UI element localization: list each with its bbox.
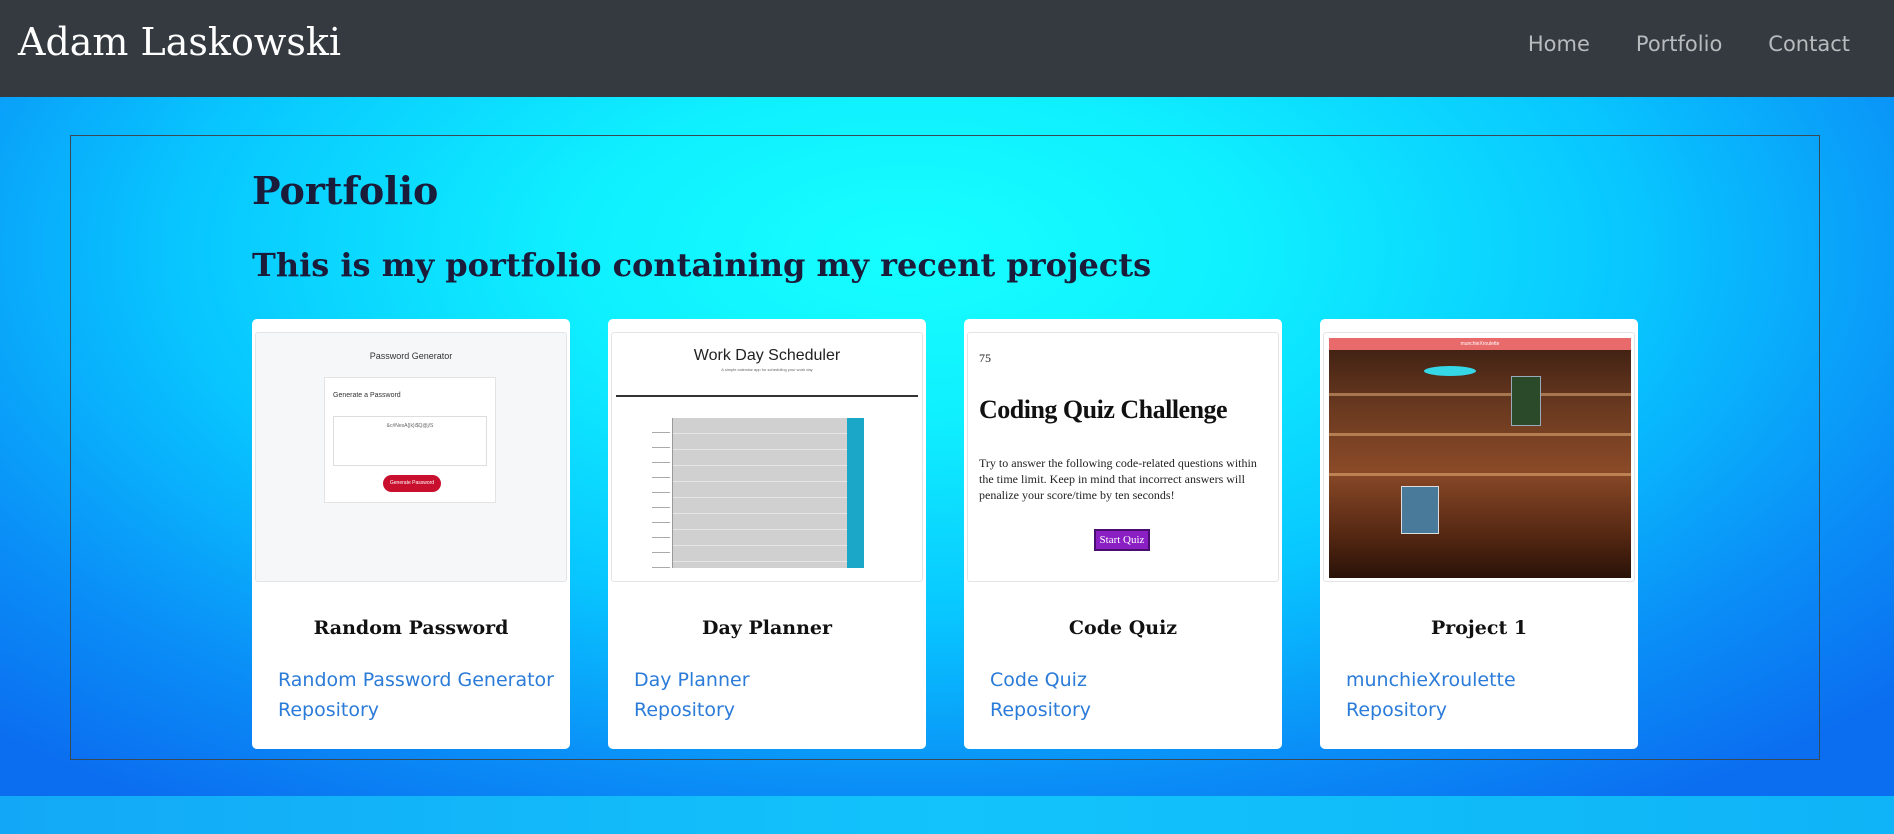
thumb-title: Password Generator (369, 351, 453, 361)
thumb-heading: Coding Quiz Challenge (979, 395, 1228, 424)
thumb-text: Try to answer the following code-related… (979, 456, 1257, 502)
nav-home-link[interactable]: Home (1528, 32, 1590, 56)
code-quiz-screenshot: 75 Coding Quiz Challenge Try to answer t… (967, 332, 1279, 582)
card-title: Day Planner (702, 617, 832, 639)
project-card-day-planner: Work Day Scheduler A simple calendar app… (608, 319, 926, 749)
page-subtitle: This is my portfolio containing my recen… (252, 246, 1152, 284)
project-link[interactable]: Day Planner (634, 669, 750, 691)
thumb-subtitle: A simple calendar app for scheduling you… (721, 367, 813, 372)
shelf (1329, 393, 1631, 396)
project-link[interactable]: Random Password Generator (278, 669, 554, 691)
project-link[interactable]: munchieXroulette (1346, 669, 1516, 691)
thumb-generate-button: Generate Password (383, 475, 441, 492)
footer-band (0, 796, 1894, 834)
thumb-panel: Generate a Password &c#NesA{|k}i$Q@j/S G… (324, 377, 496, 503)
thumb-score: 75 (979, 351, 991, 365)
thumb-drink-card (1511, 376, 1541, 426)
repository-link[interactable]: Repository (634, 699, 735, 721)
day-planner-screenshot: Work Day Scheduler A simple calendar app… (611, 332, 923, 582)
nav-links: Home Portfolio Contact (1528, 32, 1850, 56)
random-password-screenshot: Password Generator Generate a Password &… (255, 332, 567, 582)
page-title: Portfolio (252, 168, 439, 213)
thumb-start-button: Start Quiz (1094, 529, 1150, 551)
navbar: Adam Laskowski Home Portfolio Contact (0, 0, 1894, 97)
repository-link[interactable]: Repository (1346, 699, 1447, 721)
project-card-code-quiz: 75 Coding Quiz Challenge Try to answer t… (964, 319, 1282, 749)
thumb-title: Work Day Scheduler (693, 347, 841, 364)
shelf (1329, 473, 1631, 476)
thumb-hour-column (652, 418, 670, 568)
thumb-schedule-grid (672, 418, 847, 568)
restaurant-background-image: munchieXroulette (1329, 338, 1631, 578)
thumb-banner: munchieXroulette (1329, 338, 1631, 350)
thumb-divider (616, 395, 918, 397)
card-title: Code Quiz (1068, 617, 1178, 639)
thumb-save-column (847, 418, 864, 568)
shelf (1329, 433, 1631, 436)
repository-link[interactable]: Repository (278, 699, 379, 721)
project-link[interactable]: Code Quiz (990, 669, 1087, 691)
project-1-screenshot: munchieXroulette (1323, 332, 1635, 582)
brand-title[interactable]: Adam Laskowski (18, 20, 341, 64)
thumb-password-output: &c#NesA{|k}i$Q@j/S (333, 416, 487, 466)
nav-contact-link[interactable]: Contact (1768, 32, 1850, 56)
nav-portfolio-link[interactable]: Portfolio (1636, 32, 1722, 56)
thumb-label: Generate a Password (333, 392, 401, 399)
repository-link[interactable]: Repository (990, 699, 1091, 721)
thumb-food-card (1401, 486, 1439, 534)
project-card-random-password: Password Generator Generate a Password &… (252, 319, 570, 749)
portfolio-container: Portfolio This is my portfolio containin… (70, 135, 1820, 760)
thumb-lamp (1424, 366, 1476, 376)
project-card-project-1: munchieXroulette Project 1 munchieXroule… (1320, 319, 1638, 749)
card-title: Project 1 (1430, 617, 1528, 639)
card-title: Random Password (313, 617, 509, 639)
